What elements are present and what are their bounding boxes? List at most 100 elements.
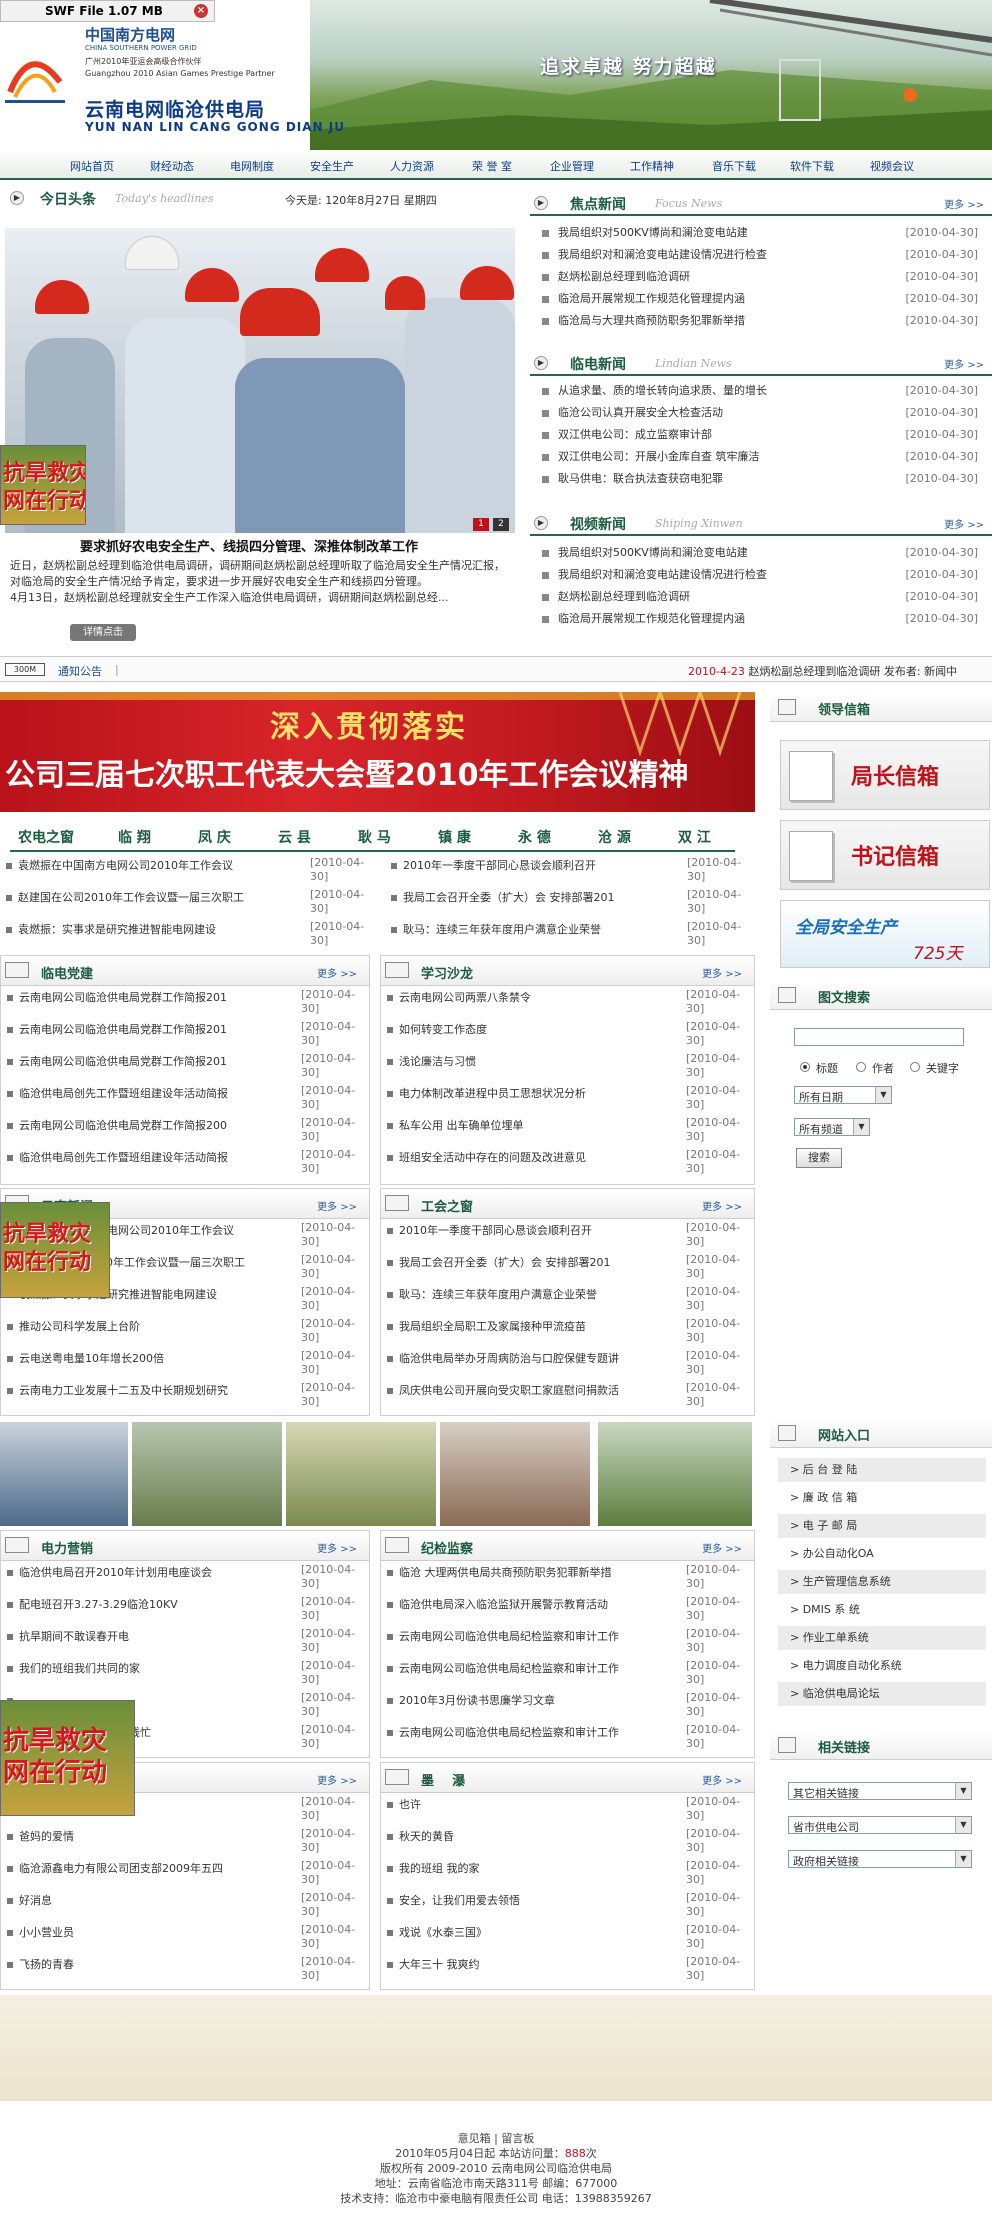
ticker-message[interactable]: 赵炳松副总经理到临沧调研 发布者: 新闻中 bbox=[748, 665, 957, 678]
search-button[interactable]: 搜索 bbox=[796, 1148, 842, 1168]
director-mailbox-button[interactable]: 局长信箱 bbox=[780, 740, 990, 810]
entry-integrity-mailbox[interactable]: > 廉 政 信 箱 bbox=[778, 1486, 986, 1510]
secretary-mailbox-button[interactable]: 书记信箱 bbox=[780, 820, 990, 890]
news-title[interactable]: 双江供电公司：成立监察审计部 bbox=[558, 428, 712, 441]
list-item[interactable]: 云南电网公司临沧供电局纪检监察和审计工作 [2010-04-30] bbox=[381, 1659, 754, 1693]
nav-finance[interactable]: 财经动态 bbox=[150, 158, 194, 174]
list-item[interactable]: 我局工会召开全委（扩大）会 安排部署201 [2010-04-30] bbox=[385, 888, 755, 922]
county-tab-yunxian[interactable]: 云 县 bbox=[278, 827, 311, 847]
list-item[interactable]: 电力体制改革进程中员工思想状况分析 [2010-04-30] bbox=[381, 1084, 754, 1118]
list-item[interactable]: 推动公司科学发展上台阶 [2010-04-30] bbox=[1, 1317, 369, 1351]
news-title[interactable]: 私车公用 出车确单位埋单 bbox=[399, 1118, 659, 1134]
list-item[interactable]: 双江供电公司：成立监察审计部 [2010-04-30] bbox=[530, 424, 992, 446]
news-title[interactable]: 赵炳松副总经理到临沧调研 bbox=[558, 590, 690, 603]
news-title[interactable]: 2010年一季度干部同心恳谈会顺利召开 bbox=[403, 858, 663, 874]
news-title[interactable]: 小小营业员 bbox=[19, 1925, 279, 1941]
news-title[interactable]: 云南电网公司两票八条禁令 bbox=[399, 990, 659, 1006]
list-item[interactable]: 我局工会召开全委（扩大）会 安排部署201 [2010-04-30] bbox=[381, 1253, 754, 1287]
entry-oa[interactable]: > 办公自动化OA bbox=[778, 1542, 986, 1566]
news-title[interactable]: 临沧供电局深入临沧监狱开展警示教育活动 bbox=[399, 1597, 659, 1613]
news-title[interactable]: 双江供电公司：开展小金库自查 筑牢廉洁 bbox=[558, 450, 760, 463]
date-select[interactable]: 所有日期 ▼ bbox=[794, 1086, 892, 1104]
gallery-photo[interactable] bbox=[0, 1422, 128, 1526]
list-item[interactable]: 云南电网公司临沧供电局纪检监察和审计工作 [2010-04-30] bbox=[381, 1723, 754, 1757]
news-title[interactable]: 临沧供电局举办牙周病防治与口腔保健专题讲 bbox=[399, 1351, 659, 1367]
list-item[interactable]: 云南电网公司临沧供电局党群工作简报201 [2010-04-30] bbox=[1, 1052, 369, 1086]
nav-honor[interactable]: 荣 誉 室 bbox=[472, 158, 512, 174]
entry-work-order[interactable]: > 作业工单系统 bbox=[778, 1626, 986, 1650]
list-item[interactable]: 从追求量、质的增长转向追求质、量的增长 [2010-04-30] bbox=[530, 380, 992, 402]
nav-management[interactable]: 企业管理 bbox=[550, 158, 594, 174]
news-title[interactable]: 云南电网公司临沧供电局党群工作简报201 bbox=[19, 1022, 279, 1038]
county-tab-cangyuan[interactable]: 沧 源 bbox=[598, 827, 631, 847]
county-tab-zhenkang[interactable]: 镇 康 bbox=[438, 827, 471, 847]
news-title[interactable]: 临沧供电局创先工作暨班组建设年活动简报 bbox=[19, 1086, 279, 1102]
news-title[interactable]: 安全，让我们用爱去领悟 bbox=[399, 1893, 659, 1909]
radio-title[interactable] bbox=[800, 1062, 810, 1072]
news-title[interactable]: 飞扬的青春 bbox=[19, 1957, 279, 1973]
county-tab-window[interactable]: 农电之窗 bbox=[18, 827, 74, 847]
list-item[interactable]: 我的班组 我的家 [2010-04-30] bbox=[381, 1859, 754, 1893]
nav-hr[interactable]: 人力资源 bbox=[390, 158, 434, 174]
news-title[interactable]: 推动公司科学发展上台阶 bbox=[19, 1319, 279, 1335]
news-title[interactable]: 云南电网公司临沧供电局党群工作简报200 bbox=[19, 1118, 279, 1134]
marketing-more-link[interactable]: 更多 >> bbox=[317, 1540, 357, 1555]
power-company-links-select[interactable]: 省市供电公司 ▼ bbox=[788, 1816, 972, 1834]
focus-more-link[interactable]: 更多 >> bbox=[944, 196, 984, 211]
news-title[interactable]: 袁燃振：实事求是研究推进智能电网建设 bbox=[18, 922, 278, 938]
news-title[interactable]: 秋天的黄昏 bbox=[399, 1829, 659, 1845]
list-item[interactable]: 安全，让我们用爱去领悟 [2010-04-30] bbox=[381, 1891, 754, 1925]
news-title[interactable]: 如何转变工作态度 bbox=[399, 1022, 659, 1038]
other-links-select[interactable]: 其它相关链接 ▼ bbox=[788, 1782, 972, 1800]
list-item[interactable]: 袁燃振在中国南方电网公司2010年工作会议 [2010-04-30] bbox=[0, 856, 378, 890]
list-item[interactable]: 临沧局与大理共商预防职务犯罪新举措 [2010-04-30] bbox=[530, 310, 992, 332]
gallery-photo[interactable] bbox=[440, 1422, 590, 1526]
list-item[interactable]: 小小营业员 [2010-04-30] bbox=[1, 1923, 369, 1957]
list-item[interactable]: 云南电网公司临沧供电局党群工作简报201 [2010-04-30] bbox=[1, 988, 369, 1022]
county-tab-shuangjiang[interactable]: 双 江 bbox=[678, 827, 711, 847]
list-item[interactable]: 如何转变工作态度 [2010-04-30] bbox=[381, 1020, 754, 1054]
news-title[interactable]: 云南电力工业发展十二五及中长期规划研究 bbox=[19, 1383, 279, 1399]
government-links-select[interactable]: 政府相关链接 ▼ bbox=[788, 1850, 972, 1868]
list-item[interactable]: 凤庆供电公司开展向受灾职工家庭慰问捐款活 [2010-04-30] bbox=[381, 1381, 754, 1415]
list-item[interactable]: 好消息 [2010-04-30] bbox=[1, 1891, 369, 1925]
nav-spirit[interactable]: 工作精神 bbox=[630, 158, 674, 174]
list-item[interactable]: 临沧局开展常规工作规范化管理提内涵 [2010-04-30] bbox=[530, 608, 992, 630]
county-tab-linxiang[interactable]: 临 翔 bbox=[118, 827, 151, 847]
county-tab-gengma[interactable]: 耿 马 bbox=[358, 827, 391, 847]
list-item[interactable]: 大年三十 我爽约 [2010-04-30] bbox=[381, 1955, 754, 1989]
news-title[interactable]: 电力体制改革进程中员工思想状况分析 bbox=[399, 1086, 659, 1102]
news-title[interactable]: 戏说《水泰三国》 bbox=[399, 1925, 659, 1941]
entry-forum[interactable]: > 临沧供电局论坛 bbox=[778, 1682, 986, 1706]
gallery-photo[interactable] bbox=[132, 1422, 282, 1526]
news-title[interactable]: 我的班组 我的家 bbox=[399, 1861, 659, 1877]
yunnan-more-link[interactable]: 更多 >> bbox=[317, 1198, 357, 1213]
list-item[interactable]: 临沧供电局创先工作暨班组建设年活动简报 [2010-04-30] bbox=[1, 1084, 369, 1118]
channel-select[interactable]: 所有频道 ▼ bbox=[794, 1118, 870, 1136]
page-1-button[interactable]: 1 bbox=[473, 518, 489, 531]
ticker-text[interactable]: 2010-4-23 赵炳松副总经理到临沧调研 发布者: 新闻中 bbox=[688, 663, 957, 679]
footer-links[interactable]: 意见箱 | 留言板 bbox=[0, 2131, 992, 2146]
list-item[interactable]: 我局组织对500KV博尚和澜沧变电站建 [2010-04-30] bbox=[530, 542, 992, 564]
list-item[interactable]: 耿马：连续三年获年度用户满意企业荣誉 [2010-04-30] bbox=[381, 1285, 754, 1319]
list-item[interactable]: 临沧局开展常规工作规范化管理提内涵 [2010-04-30] bbox=[530, 288, 992, 310]
entry-dmis[interactable]: > DMIS 系 统 bbox=[778, 1598, 986, 1622]
list-item[interactable]: 我局组织对和澜沧变电站建设情况进行检查 [2010-04-30] bbox=[530, 244, 992, 266]
news-title[interactable]: 凤庆供电公司开展向受灾职工家庭慰问捐款活 bbox=[399, 1383, 659, 1399]
news-title[interactable]: 我局组织对500KV博尚和澜沧变电站建 bbox=[558, 546, 748, 559]
list-item[interactable]: 秋天的黄昏 [2010-04-30] bbox=[381, 1827, 754, 1861]
news-title[interactable]: 临沧局开展常规工作规范化管理提内涵 bbox=[558, 292, 745, 305]
news-title[interactable]: 临沧局与大理共商预防职务犯罪新举措 bbox=[558, 314, 745, 327]
news-title[interactable]: 我们的班组我们共同的家 bbox=[19, 1661, 279, 1677]
search-input[interactable] bbox=[794, 1028, 964, 1046]
news-title[interactable]: 赵炳松副总经理到临沧调研 bbox=[558, 270, 690, 283]
nav-safety[interactable]: 安全生产 bbox=[310, 158, 354, 174]
gallery-photo[interactable] bbox=[286, 1422, 436, 1526]
list-item[interactable]: 云电送粤电量10年增长200倍 [2010-04-30] bbox=[1, 1349, 369, 1383]
list-item[interactable]: 临沧供电局深入临沧监狱开展警示教育活动 [2010-04-30] bbox=[381, 1595, 754, 1629]
list-item[interactable]: 2010年一季度干部同心恳谈会顺利召开 [2010-04-30] bbox=[381, 1221, 754, 1255]
list-item[interactable]: 我局组织全局职工及家属接种甲流疫苗 [2010-04-30] bbox=[381, 1317, 754, 1351]
list-item[interactable]: 我局组织对和澜沧变电站建设情况进行检查 [2010-04-30] bbox=[530, 564, 992, 586]
list-item[interactable]: 戏说《水泰三国》 [2010-04-30] bbox=[381, 1923, 754, 1957]
news-title[interactable]: 我局组织全局职工及家属接种甲流疫苗 bbox=[399, 1319, 659, 1335]
